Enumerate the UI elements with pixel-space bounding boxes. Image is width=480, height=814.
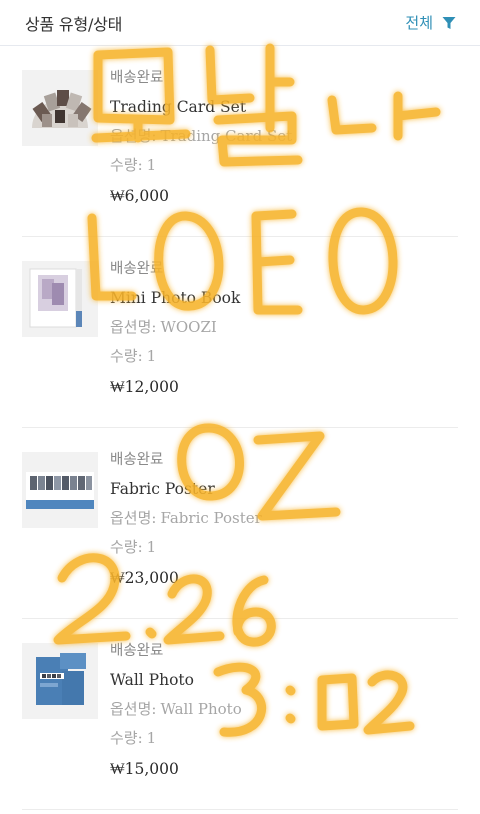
product-option: 옵션명: Wall Photo: [110, 700, 242, 718]
product-option: 옵션명: Fabric Poster: [110, 509, 262, 527]
product-name[interactable]: Trading Card Set: [110, 93, 292, 122]
product-price: ₩6,000: [110, 187, 170, 205]
product-price: ₩15,000: [110, 760, 179, 778]
product-thumbnail[interactable]: [22, 452, 98, 528]
product-quantity: 수량: 1: [110, 347, 157, 365]
page-header: 상품 유형/상태 전체: [0, 0, 480, 46]
product-name[interactable]: Fabric Poster: [110, 475, 262, 504]
order-status: 배송완료: [110, 261, 164, 277]
product-thumbnail[interactable]: [22, 643, 98, 719]
product-thumbnail[interactable]: [22, 261, 98, 337]
filter-label: 전체: [405, 14, 433, 32]
order-status: 배송완료: [110, 643, 164, 659]
product-thumbnail[interactable]: [22, 70, 98, 146]
product-option: 옵션명: WOOZI: [110, 318, 217, 336]
divider: [22, 809, 458, 810]
page-title: 상품 유형/상태: [25, 14, 123, 34]
filter-button[interactable]: 전체: [405, 12, 456, 33]
order-item[interactable]: 배송완료 Wall Photo 옵션명: Wall Photo 수량: 1 ₩15,…: [22, 619, 458, 810]
product-quantity: 수량: 1: [110, 729, 157, 747]
order-status: 배송완료: [110, 452, 164, 468]
product-quantity: 수량: 1: [110, 156, 157, 174]
order-status: 배송완료: [110, 70, 164, 86]
product-quantity: 수량: 1: [110, 538, 157, 556]
order-item[interactable]: 배송완료 Mini Photo Book 옵션명: WOOZI 수량: 1 ₩12,…: [22, 237, 458, 428]
order-item[interactable]: 배송완료 Trading Card Set 옵션명: Trading Card S…: [22, 46, 458, 237]
filter-icon: [442, 16, 456, 29]
product-name[interactable]: Mini Photo Book: [110, 284, 240, 313]
order-item[interactable]: 배송완료 Fabric Poster 옵션명: Fabric Poster 수량:…: [22, 428, 458, 619]
product-name[interactable]: Wall Photo: [110, 666, 242, 695]
product-price: ₩23,000: [110, 569, 179, 587]
product-price: ₩12,000: [110, 378, 179, 396]
product-option: 옵션명: Trading Card Set: [110, 127, 293, 145]
